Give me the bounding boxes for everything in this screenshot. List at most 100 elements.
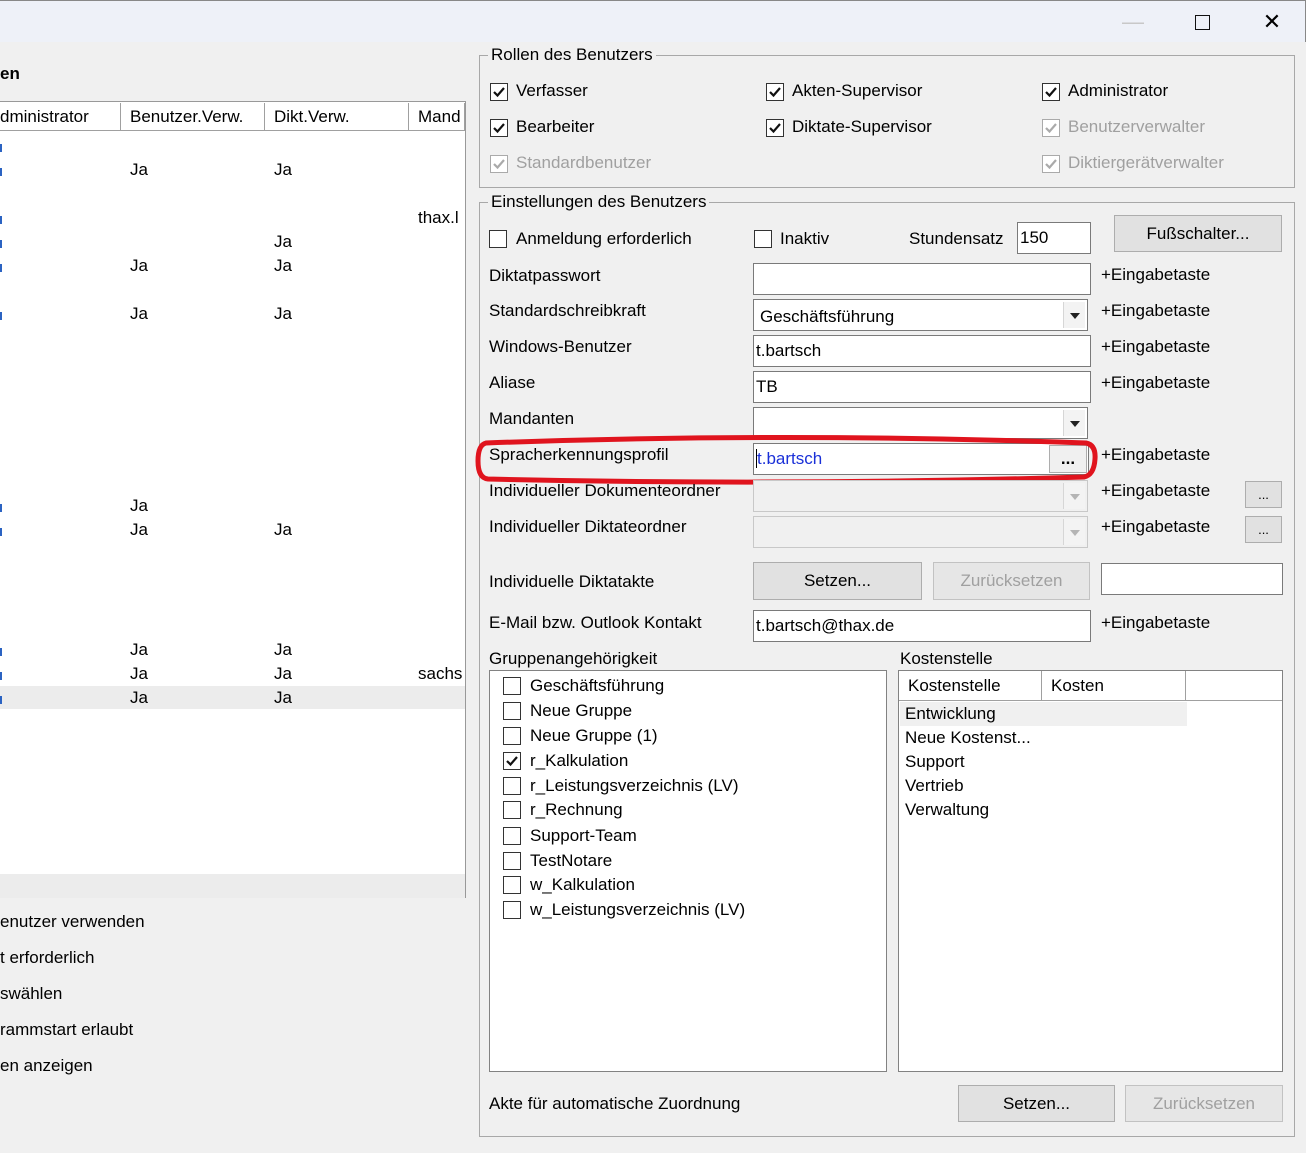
check-icon bbox=[506, 756, 518, 767]
cell-dikt-verw[interactable]: Ja bbox=[274, 303, 292, 325]
user-table[interactable] bbox=[0, 101, 466, 898]
cell-dikt-verw[interactable]: Ja bbox=[274, 663, 292, 685]
dict-file-label: Individuelle Diktatakte bbox=[489, 572, 655, 591]
horizontal-scrollbar[interactable] bbox=[0, 874, 465, 898]
cost-column-kosten[interactable]: Kosten bbox=[1042, 671, 1186, 701]
row-marker bbox=[0, 168, 2, 176]
doc-folder-browse-button[interactable]: ... bbox=[1245, 481, 1282, 508]
cell-dikt-verw[interactable]: Ja bbox=[274, 255, 292, 277]
dict-file-input[interactable] bbox=[1101, 563, 1283, 595]
group-checkbox[interactable] bbox=[503, 777, 521, 795]
windows-user-label: Windows-Benutzer bbox=[489, 337, 632, 356]
inactive-label: Inaktiv bbox=[780, 229, 830, 248]
rate-input[interactable]: 150 bbox=[1017, 222, 1091, 254]
cell-benutzer-verw[interactable]: Ja bbox=[130, 639, 148, 661]
cost-column-kostenstelle[interactable]: Kostenstelle bbox=[899, 671, 1042, 701]
cell-dikt-verw[interactable]: Ja bbox=[274, 231, 292, 253]
inactive-checkbox[interactable] bbox=[754, 230, 772, 248]
user-list-heading: en bbox=[0, 64, 20, 83]
column-benutzer-verw[interactable]: Benutzer.Verw. bbox=[121, 103, 265, 131]
cell-dikt-verw[interactable]: Ja bbox=[274, 159, 292, 181]
role-label: Administrator bbox=[1068, 81, 1169, 100]
chevron-down-icon bbox=[1063, 519, 1085, 545]
minimize-icon: — bbox=[1122, 9, 1144, 34]
group-checkbox[interactable] bbox=[503, 876, 521, 894]
cell-dikt-verw[interactable]: Ja bbox=[274, 519, 292, 541]
group-checkbox[interactable] bbox=[503, 677, 521, 695]
cell-mandant[interactable]: sachs bbox=[418, 663, 464, 685]
enter-hint: +Eingabetaste bbox=[1101, 337, 1211, 356]
cell-benutzer-verw[interactable]: Ja bbox=[130, 687, 148, 709]
group-label: Neue Gruppe (1) bbox=[530, 726, 658, 745]
footswitch-button[interactable]: Fußschalter... bbox=[1114, 215, 1282, 252]
cost-item[interactable]: Verwaltung bbox=[905, 799, 989, 821]
role-label: Standardbenutzer bbox=[516, 153, 652, 172]
role-checkbox[interactable] bbox=[490, 83, 508, 101]
alias-input[interactable]: TB bbox=[753, 371, 1091, 403]
cell-dikt-verw[interactable]: Ja bbox=[274, 687, 292, 709]
role-checkbox[interactable] bbox=[766, 119, 784, 137]
cost-item[interactable]: Neue Kostenst... bbox=[905, 727, 1031, 749]
option-program-start[interactable]: rammstart erlaubt bbox=[0, 1019, 133, 1041]
windows-user-input[interactable]: t.bartsch bbox=[753, 335, 1091, 367]
group-label: r_Kalkulation bbox=[530, 751, 629, 770]
option-use-user[interactable]: enutzer verwenden bbox=[0, 911, 145, 933]
cell-benutzer-verw[interactable]: Ja bbox=[130, 303, 148, 325]
group-checkbox[interactable] bbox=[503, 901, 521, 919]
row-marker bbox=[0, 648, 2, 656]
role-checkbox bbox=[1042, 119, 1060, 137]
option-show[interactable]: en anzeigen bbox=[0, 1055, 93, 1077]
typist-label: Standardschreibkraft bbox=[489, 301, 646, 320]
dict-folder-browse-button[interactable]: ... bbox=[1245, 516, 1282, 543]
close-button[interactable]: ✕ bbox=[1237, 1, 1306, 43]
cell-benutzer-verw[interactable]: Ja bbox=[130, 495, 148, 517]
option-required[interactable]: t erforderlich bbox=[0, 947, 94, 969]
row-marker bbox=[0, 672, 2, 680]
cost-item[interactable]: Vertrieb bbox=[905, 775, 964, 797]
column-administrator[interactable]: dministrator bbox=[0, 103, 121, 131]
set-button[interactable]: Setzen... bbox=[753, 562, 922, 600]
check-icon bbox=[1045, 159, 1057, 170]
role-label: Bearbeiter bbox=[516, 117, 595, 136]
column-mandant[interactable]: Mand bbox=[409, 103, 465, 131]
group-checkbox[interactable] bbox=[503, 852, 521, 870]
cost-item[interactable]: Entwicklung bbox=[905, 703, 996, 725]
email-input[interactable]: t.bartsch@thax.de bbox=[753, 610, 1091, 642]
cell-dikt-verw[interactable]: Ja bbox=[274, 639, 292, 661]
group-checkbox[interactable] bbox=[503, 727, 521, 745]
group-label: r_Leistungsverzeichnis (LV) bbox=[530, 776, 739, 795]
column-dikt-verw[interactable]: Dikt.Verw. bbox=[265, 103, 409, 131]
roles-title: Rollen des Benutzers bbox=[488, 44, 656, 66]
group-checkbox[interactable] bbox=[503, 801, 521, 819]
cell-mandant[interactable]: thax.l bbox=[418, 207, 464, 229]
cost-item[interactable]: Support bbox=[905, 751, 965, 773]
cell-benutzer-verw[interactable]: Ja bbox=[130, 663, 148, 685]
login-required-label: Anmeldung erforderlich bbox=[516, 229, 692, 248]
check-icon bbox=[1045, 123, 1057, 134]
group-checkbox[interactable] bbox=[503, 752, 521, 770]
role-checkbox[interactable] bbox=[1042, 83, 1060, 101]
login-required-checkbox[interactable] bbox=[489, 230, 507, 248]
cell-benutzer-verw[interactable]: Ja bbox=[130, 159, 148, 181]
group-checkbox[interactable] bbox=[503, 827, 521, 845]
minimize-button[interactable]: — bbox=[1098, 1, 1168, 43]
check-icon bbox=[493, 123, 505, 134]
cell-benutzer-verw[interactable]: Ja bbox=[130, 255, 148, 277]
check-icon bbox=[493, 159, 505, 170]
maximize-button[interactable] bbox=[1167, 1, 1237, 43]
role-checkbox[interactable] bbox=[766, 83, 784, 101]
maximize-icon bbox=[1194, 14, 1210, 30]
group-checkbox[interactable] bbox=[503, 702, 521, 720]
enter-hint: +Eingabetaste bbox=[1101, 613, 1211, 632]
option-select[interactable]: swählen bbox=[0, 983, 62, 1005]
typist-select[interactable]: Geschäftsführung bbox=[753, 299, 1088, 331]
role-checkbox[interactable] bbox=[490, 119, 508, 137]
dictation-password-input[interactable] bbox=[753, 263, 1091, 295]
role-label: Akten-Supervisor bbox=[792, 81, 923, 100]
chevron-down-icon bbox=[1063, 483, 1085, 509]
cell-benutzer-verw[interactable]: Ja bbox=[130, 519, 148, 541]
auto-set-button[interactable]: Setzen... bbox=[958, 1085, 1115, 1122]
reset-button: Zurücksetzen bbox=[933, 562, 1090, 600]
check-icon bbox=[493, 87, 505, 98]
chevron-down-icon[interactable] bbox=[1063, 302, 1085, 328]
